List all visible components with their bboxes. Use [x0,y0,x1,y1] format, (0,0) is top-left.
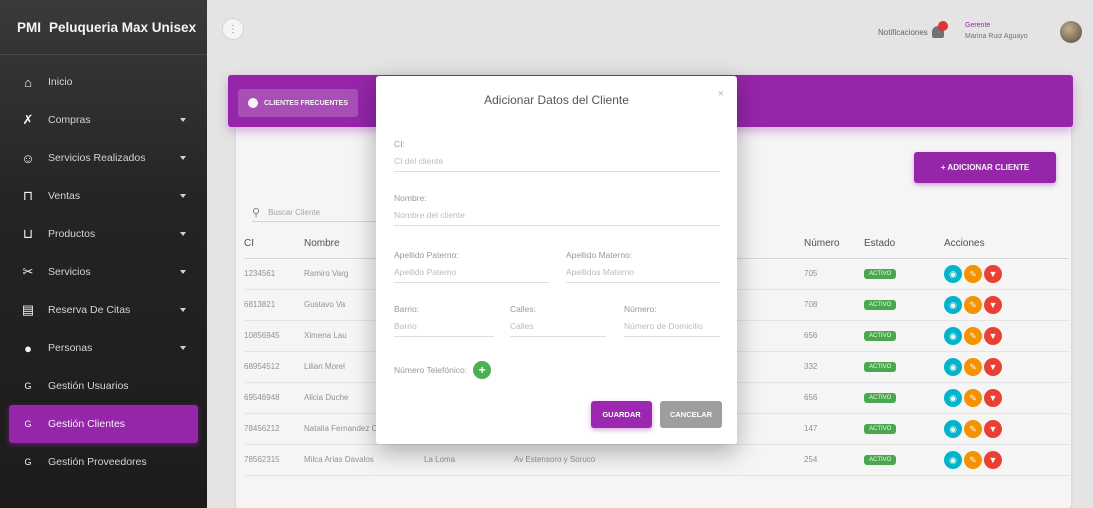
calles-label: Calles: [510,304,536,314]
numero-input[interactable]: Número de Domicilio [624,317,720,337]
barrio-input[interactable]: Barrio [394,317,494,337]
phone-label: Número Telefónico: [394,365,468,375]
calles-input[interactable]: Calles [510,317,606,337]
nombre-label: Nombre: [394,193,427,203]
modal-title: Adicionar Datos del Cliente [484,93,629,107]
add-client-modal: Adicionar Datos del Cliente × CI: CI del… [376,76,737,444]
ci-label: CI: [394,139,405,149]
nombre-input[interactable]: Nombre del cliente [394,206,720,226]
barrio-field[interactable]: Barrio: Barrio [394,304,494,337]
phone-row: Número Telefónico: + [394,361,492,379]
numero-field[interactable]: Número: Número de Domicilio [624,304,720,337]
materno-input[interactable]: Apellidos Materno [566,263,720,283]
paterno-input[interactable]: Apellido Paterno [394,263,549,283]
barrio-label: Barrio: [394,304,420,314]
add-phone-button[interactable]: + [473,361,492,379]
save-button[interactable]: GUARDAR [591,401,652,428]
nombre-field[interactable]: Nombre: Nombre del cliente [394,193,720,226]
ci-field[interactable]: CI: CI del cliente [394,139,720,172]
paterno-field[interactable]: Apellido Paterno: Apellido Paterno [394,250,549,283]
materno-field[interactable]: Apellido Materno: Apellidos Materno [566,250,720,283]
ci-input[interactable]: CI del cliente [394,152,720,172]
numero-label: Número: [624,304,657,314]
paterno-label: Apellido Paterno: [394,250,459,260]
close-icon[interactable]: × [718,88,724,100]
cancel-button[interactable]: CANCELAR [660,401,722,428]
materno-label: Apellido Materno: [566,250,633,260]
calles-field[interactable]: Calles: Calles [510,304,606,337]
